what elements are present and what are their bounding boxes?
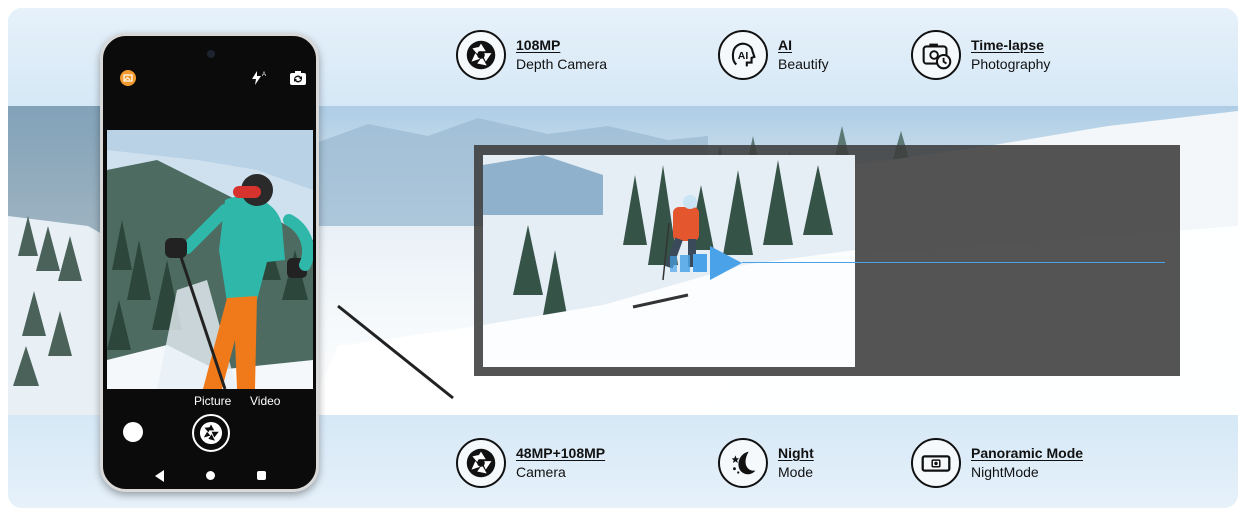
- feature-title: AI: [778, 37, 792, 53]
- svg-text:A: A: [262, 72, 266, 78]
- record-dot-button[interactable]: [123, 422, 143, 442]
- mode-video-tab[interactable]: Video: [250, 394, 280, 408]
- camera-viewfinder: [107, 130, 313, 389]
- feature-title: 108MP: [516, 37, 561, 53]
- feature-night-mode: Night Mode: [718, 438, 814, 488]
- timelapse-preview-window: [483, 155, 855, 367]
- aperture-icon: [456, 438, 506, 488]
- flash-auto-icon[interactable]: A: [250, 70, 266, 86]
- mode-picture-tab[interactable]: Picture: [194, 394, 231, 408]
- front-camera: [207, 50, 215, 58]
- timelapse-skier-art: [483, 155, 855, 367]
- feature-title: Time-lapse: [971, 37, 1044, 53]
- shutter-aperture-icon: [199, 421, 223, 445]
- feature-title: 48MP+108MP: [516, 445, 606, 461]
- feature-timelapse: Time-lapse Photography: [911, 30, 1050, 80]
- timelapse-camera-icon: [911, 30, 961, 80]
- feature-ai-beautify: AI AI Beautify: [718, 30, 829, 80]
- shutter-button[interactable]: [192, 414, 230, 452]
- camera-switch-icon[interactable]: [289, 70, 307, 86]
- nav-recent-button[interactable]: [257, 471, 266, 480]
- feature-title: Night: [778, 445, 814, 461]
- moon-stars-icon: [718, 438, 768, 488]
- timelapse-arrow-icon: [670, 246, 742, 280]
- viewfinder-skier-art: [107, 130, 313, 389]
- feature-panoramic-mode: Panoramic Mode NightMode: [911, 438, 1083, 488]
- feature-108mp: 108MP Depth Camera: [456, 30, 607, 80]
- feature-subtitle: Depth Camera: [516, 56, 608, 72]
- phone-mockup: A Picture Video: [100, 33, 319, 492]
- feature-title: Panoramic Mode: [971, 445, 1084, 461]
- feature-48mp-108mp: 48MP+108MP Camera: [456, 438, 605, 488]
- nav-home-button[interactable]: [206, 471, 215, 480]
- timelapse-progress-line: [742, 262, 1165, 263]
- feature-subtitle: Beautify: [778, 56, 829, 72]
- gallery-icon[interactable]: [120, 70, 136, 86]
- feature-subtitle: Mode: [778, 464, 814, 480]
- panorama-camera-icon: [911, 438, 961, 488]
- aperture-icon: [456, 30, 506, 80]
- ai-face-icon: AI: [718, 30, 768, 80]
- feature-subtitle: Camera: [516, 464, 566, 480]
- feature-subtitle: Photography: [971, 56, 1051, 72]
- nav-back-icon[interactable]: [155, 470, 165, 482]
- svg-text:AI: AI: [738, 51, 749, 62]
- feature-subtitle: NightMode: [971, 464, 1039, 480]
